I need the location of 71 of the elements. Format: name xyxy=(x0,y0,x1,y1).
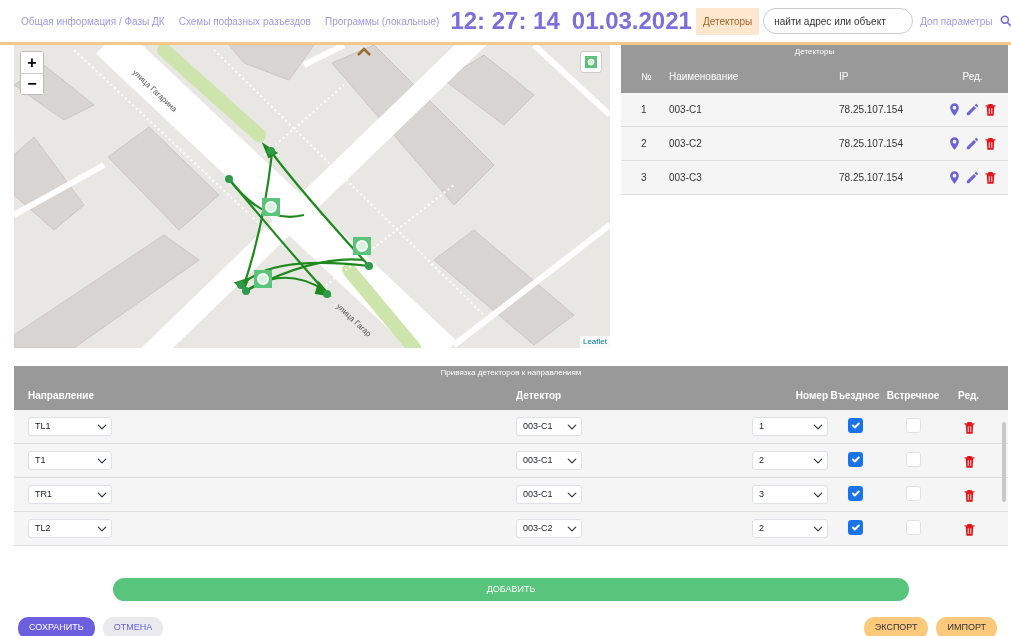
table-title: Детекторы xyxy=(793,46,836,58)
column-header: Детектор xyxy=(516,388,563,403)
column-header: Въездное xyxy=(829,388,881,403)
detector-marker-icon[interactable] xyxy=(254,270,272,288)
table-cell-text: 3 xyxy=(641,171,648,185)
entry-checkbox[interactable] xyxy=(847,452,863,468)
entry-checkbox[interactable] xyxy=(847,486,863,502)
detector-select[interactable]: 003-C1 xyxy=(516,417,582,436)
action-button[interactable]: ЭКСПОРТ xyxy=(863,617,929,636)
delete-icon[interactable] xyxy=(983,136,998,151)
zoom-out-button[interactable]: − xyxy=(21,73,43,94)
number-select[interactable]: 3 xyxy=(752,485,828,504)
table-cell-text: 78.25.107.154 xyxy=(839,171,904,185)
column-header: Ред. xyxy=(957,388,981,403)
action-button[interactable]: ИМПОРТ xyxy=(936,617,997,636)
number-select[interactable]: 2 xyxy=(752,451,828,470)
column-header: Ред. xyxy=(961,69,984,84)
delete-icon[interactable] xyxy=(962,453,977,469)
direction-select[interactable]: TL1 xyxy=(28,417,112,436)
delete-icon[interactable] xyxy=(962,521,977,537)
attribution-link[interactable]: Leaflet xyxy=(579,336,610,348)
oncoming-checkbox[interactable] xyxy=(905,486,921,502)
detector-select[interactable]: 003-C1 xyxy=(516,451,582,470)
delete-icon[interactable] xyxy=(962,487,977,503)
oncoming-checkbox[interactable] xyxy=(905,520,921,536)
table-cell-text: 1 xyxy=(641,103,648,117)
search-icon[interactable] xyxy=(999,14,1011,28)
column-header: Встречное xyxy=(885,388,941,403)
edit-icon[interactable] xyxy=(965,136,980,151)
table-title: Привязка детекторов к направлениям xyxy=(439,367,583,379)
action-button[interactable]: СОХРАНИТЬ xyxy=(18,617,95,636)
location-pin-icon[interactable] xyxy=(947,136,962,151)
column-header: Направление xyxy=(28,388,96,403)
detector-marker-icon[interactable] xyxy=(262,198,280,216)
column-header: IP xyxy=(839,69,850,84)
table-cell-text: 2 xyxy=(641,137,648,151)
layers-icon xyxy=(585,56,597,68)
table-cell-text: 78.25.107.154 xyxy=(839,137,904,151)
direction-select[interactable]: TR1 xyxy=(28,485,112,504)
number-select[interactable]: 1 xyxy=(752,417,828,436)
delete-icon[interactable] xyxy=(983,170,998,185)
table-cell-text: 003-C3 xyxy=(669,171,703,185)
delete-icon[interactable] xyxy=(983,102,998,117)
scrollbar-thumb[interactable] xyxy=(1002,422,1006,502)
tab[interactable]: Детекторы xyxy=(695,7,760,35)
location-pin-icon[interactable] xyxy=(947,170,962,185)
column-header: Наименование xyxy=(669,69,740,84)
clock-time: 12: 27: 14 xyxy=(450,6,560,36)
edit-icon[interactable] xyxy=(965,170,980,185)
oncoming-checkbox[interactable] xyxy=(905,418,921,434)
search-field[interactable]: найти адрес или объект xyxy=(763,8,914,34)
direction-select[interactable]: T1 xyxy=(28,451,112,470)
detector-select[interactable]: 003-C1 xyxy=(516,485,582,504)
entry-checkbox[interactable] xyxy=(847,520,863,536)
edit-icon[interactable] xyxy=(965,102,980,117)
clock-date: 01.03.2021 xyxy=(571,6,692,36)
detector-marker-icon[interactable] xyxy=(353,237,371,255)
delete-icon[interactable] xyxy=(962,419,977,435)
oncoming-checkbox[interactable] xyxy=(905,452,921,468)
entry-checkbox[interactable] xyxy=(847,418,863,434)
number-select[interactable]: 2 xyxy=(752,519,828,538)
column-header: № xyxy=(641,69,653,84)
column-header: Номер xyxy=(794,388,828,403)
table-cell-text: 003-C2 xyxy=(669,137,703,151)
direction-select[interactable]: TL2 xyxy=(28,519,112,538)
table-cell-text: 78.25.107.154 xyxy=(839,103,904,117)
caret-icon[interactable] xyxy=(357,47,371,56)
table-cell-text: 003-C1 xyxy=(669,103,703,117)
location-pin-icon[interactable] xyxy=(947,102,962,117)
action-button[interactable]: ОТМЕНА xyxy=(102,617,164,636)
detector-select[interactable]: 003-C2 xyxy=(516,519,582,538)
